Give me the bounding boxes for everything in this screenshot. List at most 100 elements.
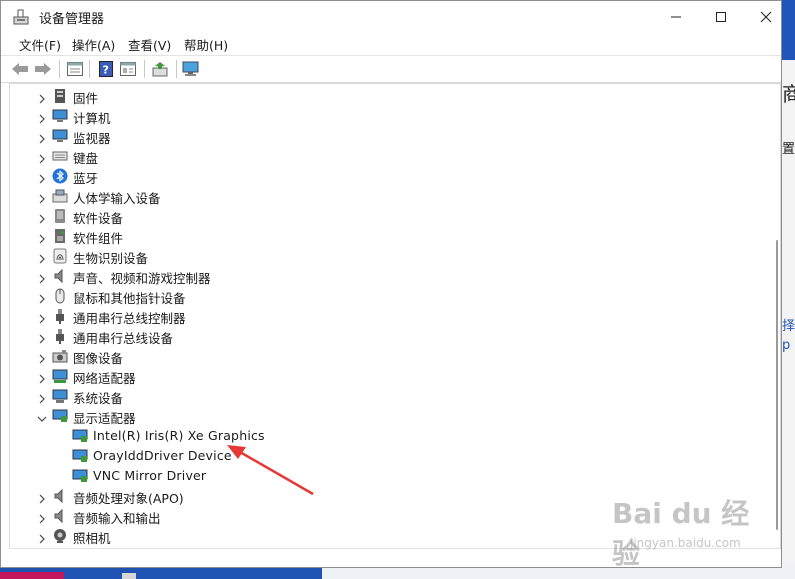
- usb-icon: [52, 308, 68, 324]
- tree-node[interactable]: 固件: [10, 86, 770, 106]
- speaker-icon: [52, 268, 68, 284]
- vertical-scrollbar[interactable]: [775, 84, 780, 546]
- software-device-icon: [52, 208, 68, 224]
- chevron-right-icon[interactable]: [36, 190, 48, 204]
- tree-node-label: 生物识别设备: [73, 251, 149, 266]
- background-text: 择: [782, 319, 795, 334]
- computer-icon: [52, 108, 68, 124]
- watermark-logo: Bai du 经验: [612, 497, 750, 570]
- display-adapter-icon: [72, 448, 88, 464]
- tree-node[interactable]: 蓝牙: [10, 166, 770, 186]
- chevron-right-icon[interactable]: [36, 110, 48, 124]
- tree-node[interactable]: 图像设备: [10, 346, 770, 366]
- tree-node[interactable]: 网络适配器: [10, 366, 770, 386]
- tree-node-label: 通用串行总线控制器: [73, 311, 186, 326]
- tree-child-node[interactable]: OrayIddDriver Device: [10, 446, 770, 466]
- speaker-icon: [52, 508, 68, 524]
- chevron-right-icon[interactable]: [36, 290, 48, 304]
- tree-node-label: 照相机: [73, 531, 111, 546]
- chevron-right-icon[interactable]: [36, 150, 48, 164]
- keyboard-icon: [52, 148, 68, 164]
- tree-node-label: 人体学输入设备: [73, 191, 161, 206]
- tree-node[interactable]: 生物识别设备: [10, 246, 770, 266]
- tree-node[interactable]: 键盘: [10, 146, 770, 166]
- display-adapter-icon: [72, 468, 88, 484]
- device-label: Intel(R) Iris(R) Xe Graphics: [93, 428, 265, 443]
- tree-node[interactable]: 通用串行总线控制器: [10, 306, 770, 326]
- chevron-right-icon[interactable]: [36, 390, 48, 404]
- chevron-right-icon[interactable]: [36, 510, 48, 524]
- chevron-right-icon[interactable]: [36, 330, 48, 344]
- tree-node[interactable]: 系统设备: [10, 386, 770, 406]
- toolbar-separator: [144, 60, 145, 78]
- chevron-down-icon[interactable]: [36, 410, 48, 422]
- tree-node[interactable]: 计算机: [10, 106, 770, 126]
- tree-node-label: 软件设备: [73, 211, 124, 226]
- tree-node-label: 声音、视频和游戏控制器: [73, 271, 211, 286]
- scrollbar-thumb[interactable]: [776, 240, 778, 530]
- menu-bar: 文件(F) 操作(A) 查看(V) 帮助(H): [1, 32, 781, 54]
- chevron-right-icon[interactable]: [36, 270, 48, 284]
- tree-node[interactable]: 软件设备: [10, 206, 770, 226]
- close-button[interactable]: [743, 1, 789, 32]
- tree-child-node[interactable]: Intel(R) Iris(R) Xe Graphics: [10, 426, 770, 446]
- display-adapter-icon: [52, 408, 68, 424]
- tree-child-node[interactable]: VNC Mirror Driver: [10, 466, 770, 486]
- chevron-right-icon[interactable]: [36, 370, 48, 384]
- device-label: OrayIddDriver Device: [93, 448, 232, 463]
- watermark-url: jingyan.baidu.com: [630, 536, 741, 550]
- title-bar[interactable]: 设备管理器: [1, 1, 781, 32]
- tree-node-label: 软件组件: [73, 231, 124, 246]
- device-manager-app-icon: [12, 8, 30, 30]
- taskbar-app[interactable]: [0, 572, 64, 579]
- watermark: Bai du 经验 jingyan.baidu.com: [612, 490, 762, 570]
- chevron-right-icon[interactable]: [36, 230, 48, 244]
- back-arrow-icon[interactable]: [11, 60, 29, 78]
- chevron-right-icon[interactable]: [36, 90, 48, 104]
- tree-node[interactable]: 通用串行总线设备: [10, 326, 770, 346]
- tree-node[interactable]: 声音、视频和游戏控制器: [10, 266, 770, 286]
- chevron-right-icon[interactable]: [36, 350, 48, 364]
- tree-node-label: 音频处理对象(APO): [73, 491, 184, 506]
- chevron-right-icon[interactable]: [36, 130, 48, 144]
- scan-hardware-icon[interactable]: [182, 60, 200, 78]
- tree-node[interactable]: 人体学输入设备: [10, 186, 770, 206]
- tree-node-label: 蓝牙: [73, 171, 99, 186]
- tree-node-label: 监视器: [73, 131, 111, 146]
- properties-icon[interactable]: [119, 60, 137, 78]
- forward-arrow-icon[interactable]: [34, 60, 52, 78]
- chevron-right-icon[interactable]: [36, 530, 48, 544]
- update-driver-icon[interactable]: [152, 60, 170, 78]
- background-window: 商 置 择 p: [781, 60, 795, 579]
- menu-view[interactable]: 查看(V): [128, 35, 171, 54]
- software-component-icon: [52, 228, 68, 244]
- chevron-right-icon[interactable]: [36, 310, 48, 324]
- chevron-right-icon[interactable]: [36, 250, 48, 264]
- hid-icon: [52, 188, 68, 204]
- background-text: p: [782, 338, 791, 353]
- tree-node[interactable]: 鼠标和其他指针设备: [10, 286, 770, 306]
- background-text: 商: [782, 82, 795, 106]
- firmware-icon: [52, 88, 68, 104]
- help-icon[interactable]: ?: [97, 60, 115, 78]
- menu-help[interactable]: 帮助(H): [184, 35, 228, 54]
- fingerprint-icon: [52, 248, 68, 264]
- tree-node-label: 音频输入和输出: [73, 511, 161, 526]
- tree-node-label: 系统设备: [73, 391, 124, 406]
- tree-node[interactable]: 显示适配器: [10, 406, 770, 426]
- tree-node[interactable]: 监视器: [10, 126, 770, 146]
- tree-node-label: 通用串行总线设备: [73, 331, 174, 346]
- menu-action[interactable]: 操作(A): [72, 35, 115, 54]
- maximize-button[interactable]: [698, 1, 744, 32]
- usb-icon: [52, 328, 68, 344]
- minimize-button[interactable]: [653, 1, 699, 32]
- chevron-right-icon[interactable]: [36, 170, 48, 184]
- properties-view-icon[interactable]: [66, 60, 84, 78]
- monitor-icon: [52, 128, 68, 144]
- chevron-right-icon[interactable]: [36, 210, 48, 224]
- tree-node-label: 网络适配器: [73, 371, 136, 386]
- device-tree: 固件 计算机监视器 键盘蓝牙人体学输入设备 软件设备软件组件生物识别设备声音、视频和游…: [9, 83, 781, 549]
- chevron-right-icon[interactable]: [36, 490, 48, 504]
- menu-file[interactable]: 文件(F): [19, 35, 61, 54]
- tree-node[interactable]: 软件组件: [10, 226, 770, 246]
